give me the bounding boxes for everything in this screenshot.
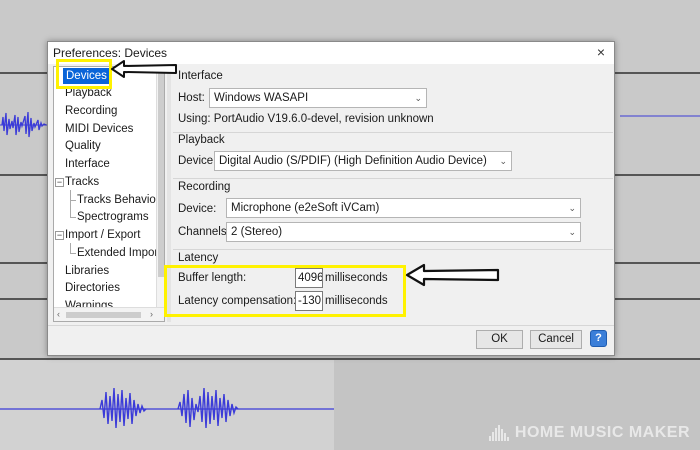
interface-heading: Interface [178, 70, 223, 82]
watermark: HOME MUSIC MAKER [488, 424, 690, 442]
chevron-down-icon: ⌄ [568, 227, 576, 237]
preferences-tree: Devices Playback Recording MIDI Devices … [53, 66, 165, 322]
channels-label: Channels: [178, 226, 230, 238]
group-divider [173, 249, 613, 250]
arrow-left-icon [405, 263, 500, 287]
host-label: Host: [178, 92, 205, 104]
waveform-left [0, 111, 47, 138]
playback-device-label: Device: [178, 155, 217, 167]
scroll-left-icon[interactable]: ‹ [57, 308, 60, 321]
host-value: Windows WASAPI [214, 92, 309, 104]
vertical-scroll-thumb[interactable] [158, 71, 164, 277]
waveform-bottom [0, 387, 334, 429]
playback-device-select[interactable]: Digital Audio (S/PDIF) (High Definition … [214, 151, 512, 171]
recording-heading: Recording [178, 181, 231, 193]
devices-highlight-box [56, 59, 112, 89]
channels-value: 2 (Stereo) [231, 226, 283, 238]
tree-connector [70, 243, 71, 253]
arrow-left-icon [111, 60, 177, 78]
tree-item-import-export[interactable]: Import / Export [65, 227, 140, 243]
tree-item-quality[interactable]: Quality [65, 138, 101, 154]
latency-heading: Latency [178, 252, 219, 264]
tree-item-recording[interactable]: Recording [65, 103, 117, 119]
using-text: Using: PortAudio V19.6.0-devel, revision… [178, 113, 434, 125]
close-icon[interactable]: × [597, 44, 605, 60]
tree-connector [70, 217, 76, 218]
tree-connector [70, 190, 71, 218]
recording-group: Recording Device: Microphone (e2eSoft iV… [173, 181, 613, 250]
button-bar-divider [48, 325, 614, 326]
tree-item-midi-devices[interactable]: MIDI Devices [65, 121, 133, 137]
recording-device-value: Microphone (e2eSoft iVCam) [231, 202, 380, 214]
playback-heading: Playback [178, 134, 225, 146]
playback-group: Playback Device: Digital Audio (S/PDIF) … [173, 134, 613, 184]
tree-item-directories[interactable]: Directories [65, 280, 120, 296]
latency-highlight-box [164, 265, 406, 317]
tree-connector [70, 200, 76, 201]
chevron-down-icon: ⌄ [568, 203, 576, 213]
recording-device-label: Device: [178, 203, 217, 215]
tree-horizontal-scrollbar[interactable]: ‹ › [54, 307, 164, 321]
tree-item-interface[interactable]: Interface [65, 156, 110, 172]
group-divider [173, 132, 613, 133]
tree-item-tracks-behavior[interactable]: Tracks Behavior [77, 192, 160, 208]
waveform-right [620, 115, 700, 117]
ok-button[interactable]: OK [476, 330, 523, 349]
collapse-tracks-icon[interactable]: − [55, 178, 64, 187]
cancel-button[interactable]: Cancel [530, 330, 582, 349]
help-icon[interactable]: ? [590, 330, 607, 347]
tree-connector [70, 253, 76, 254]
channels-select[interactable]: 2 (Stereo) ⌄ [226, 222, 581, 242]
chevron-down-icon: ⌄ [499, 156, 507, 166]
chevron-down-icon: ⌄ [414, 93, 422, 103]
interface-group: Interface Host: Windows WASAPI ⌄ Using: … [173, 66, 613, 133]
host-select[interactable]: Windows WASAPI ⌄ [209, 88, 427, 108]
scroll-right-icon[interactable]: › [150, 308, 153, 321]
tree-item-spectrograms[interactable]: Spectrograms [77, 209, 149, 225]
tree-item-extended-import[interactable]: Extended Import [77, 245, 161, 261]
watermark-text: HOME MUSIC MAKER [514, 424, 690, 441]
recording-device-select[interactable]: Microphone (e2eSoft iVCam) ⌄ [226, 198, 581, 218]
watermark-bars-icon [488, 425, 509, 441]
tree-item-libraries[interactable]: Libraries [65, 263, 109, 279]
collapse-import-export-icon[interactable]: − [55, 231, 64, 240]
group-divider [173, 178, 613, 179]
horizontal-scroll-thumb[interactable] [66, 312, 141, 318]
playback-device-value: Digital Audio (S/PDIF) (High Definition … [219, 155, 487, 167]
tree-item-tracks[interactable]: Tracks [65, 174, 99, 190]
